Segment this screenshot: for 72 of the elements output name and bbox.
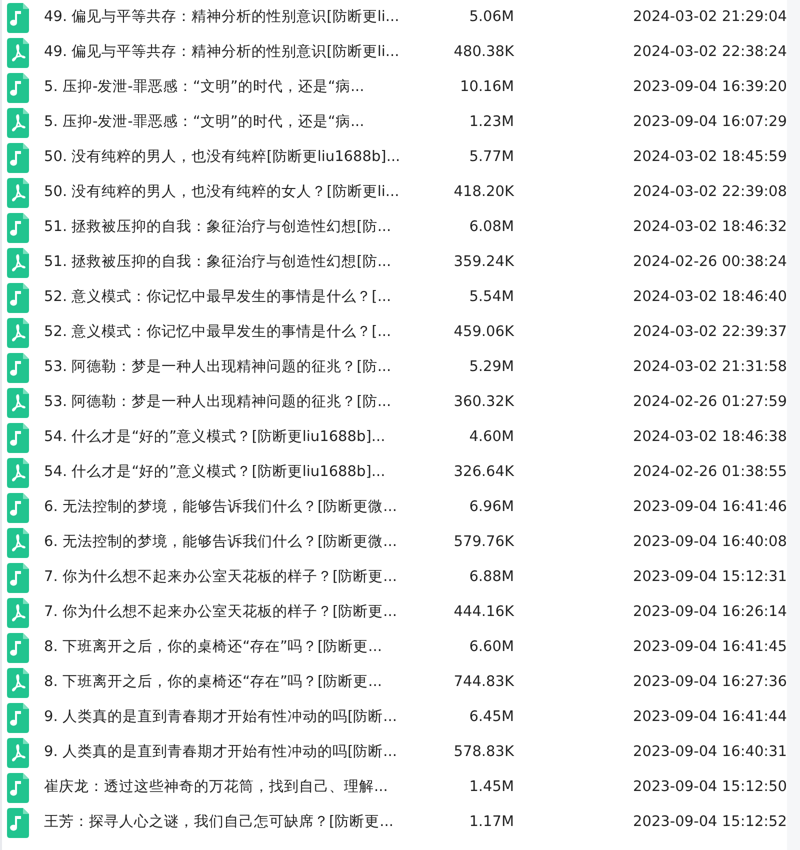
file-size: 418.20K (452, 182, 514, 202)
file-size: 4.60M (468, 428, 514, 447)
modified-date: 2023-09-04 16:41:46 (633, 498, 787, 517)
file-name[interactable]: 7. 你为什么想不起来办公室天花板的样子？[防断更... (44, 566, 424, 588)
modified-date: 2024-03-02 18:45:59 (633, 148, 787, 167)
file-size: 1.45M (468, 778, 514, 797)
file-size: 359.24K (452, 252, 514, 272)
file-name[interactable]: 50. 没有纯粹的男人，也没有纯粹[防断更liu1688b]... (44, 146, 424, 168)
file-size: 6.96M (468, 498, 514, 517)
modified-date: 2023-09-04 16:07:29 (633, 112, 787, 132)
file-name[interactable]: 7. 你为什么想不起来办公室天花板的样子？[防断更... (44, 602, 424, 624)
file-name[interactable]: 9. 人类真的是直到青春期才开始有性冲动的吗[防断... (44, 706, 424, 728)
file-size: 5.77M (468, 148, 514, 167)
file-name[interactable]: 5. 压抑-发泄-罪恶感：“文明”的时代，还是“病... (44, 112, 424, 134)
file-size: 10.16M (458, 78, 514, 97)
file-size: 6.08M (468, 218, 514, 237)
modified-date: 2024-02-26 01:38:55 (633, 462, 787, 482)
file-name[interactable]: 51. 拯救被压抑的自我：象征治疗与创造性幻想[防... (44, 252, 424, 274)
modified-date: 2024-03-02 18:46:32 (633, 218, 787, 237)
modified-date: 2023-09-04 16:40:08 (633, 532, 787, 552)
file-name[interactable]: 49. 偏见与平等共存：精神分析的性别意识[防断更li... (44, 6, 424, 28)
file-name[interactable]: 8. 下班离开之后，你的桌椅还“存在”吗？[防断更... (44, 636, 424, 658)
file-size: 1.17M (468, 812, 514, 832)
modified-date: 2024-02-26 01:27:59 (633, 392, 787, 412)
file-name[interactable]: 崔庆龙：透过这些神奇的万花筒，找到自己、理解... (44, 776, 424, 798)
file-size: 6.45M (468, 708, 514, 727)
file-name[interactable]: 5. 压抑-发泄-罪恶感：“文明”的时代，还是“病... (44, 76, 424, 98)
modified-date: 2023-09-04 15:12:31 (633, 568, 787, 587)
modified-date: 2023-09-04 16:41:44 (633, 708, 787, 727)
file-name[interactable]: 6. 无法控制的梦境，能够告诉我们什么？[防断更微... (44, 496, 424, 518)
file-size: 6.88M (468, 568, 514, 587)
file-size: 360.32K (452, 392, 514, 412)
file-name[interactable]: 54. 什么才是“好的”意义模式？[防断更liu1688b]... (44, 462, 424, 484)
modified-date: 2023-09-04 16:26:14 (633, 602, 787, 622)
modified-date: 2023-09-04 16:27:36 (633, 672, 787, 692)
file-size: 744.83K (452, 672, 514, 692)
file-size: 1.23M (468, 112, 514, 132)
file-name[interactable]: 9. 人类真的是直到青春期才开始有性冲动的吗[防断... (44, 742, 424, 764)
modified-date: 2024-03-02 18:46:38 (633, 428, 787, 447)
file-name[interactable]: 53. 阿德勒：梦是一种人出现精神问题的征兆？[防... (44, 392, 424, 414)
file-size: 5.54M (468, 288, 514, 307)
file-size: 459.06K (452, 322, 514, 342)
file-name[interactable]: 51. 拯救被压抑的自我：象征治疗与创造性幻想[防... (44, 216, 424, 238)
file-name[interactable]: 49. 偏见与平等共存：精神分析的性别意识[防断更li... (44, 42, 424, 64)
file-name[interactable]: 52. 意义模式：你记忆中最早发生的事情是什么？[... (44, 286, 424, 308)
file-size: 6.60M (468, 638, 514, 657)
file-size: 326.64K (452, 462, 514, 482)
file-name[interactable]: 6. 无法控制的梦境，能够告诉我们什么？[防断更微... (44, 532, 424, 554)
file-size: 578.83K (452, 742, 514, 762)
modified-date: 2023-09-04 15:12:50 (633, 778, 787, 797)
file-size: 444.16K (452, 602, 514, 622)
file-name[interactable]: 8. 下班离开之后，你的桌椅还“存在”吗？[防断更... (44, 672, 424, 694)
modified-date: 2024-02-26 00:38:24 (633, 252, 787, 272)
file-name[interactable]: 王芳：探寻人心之谜，我们自己怎可缺席？[防断更... (44, 812, 424, 834)
file-size: 5.06M (468, 8, 514, 27)
modified-date: 2024-03-02 22:39:37 (633, 322, 787, 342)
modified-date: 2023-09-04 16:40:31 (633, 742, 787, 762)
modified-date: 2024-03-02 22:39:08 (633, 182, 787, 202)
modified-date: 2024-03-02 21:31:58 (633, 358, 787, 377)
modified-date: 2024-03-02 21:29:04 (633, 8, 787, 27)
file-name[interactable]: 53. 阿德勒：梦是一种人出现精神问题的征兆？[防... (44, 356, 424, 378)
file-size: 480.38K (452, 42, 514, 62)
modified-date: 2023-09-04 16:39:20 (633, 78, 787, 97)
file-name[interactable]: 50. 没有纯粹的男人，也没有纯粹的女人？[防断更li... (44, 182, 424, 204)
file-size: 579.76K (452, 532, 514, 552)
file-name[interactable]: 52. 意义模式：你记忆中最早发生的事情是什么？[... (44, 322, 424, 344)
modified-date: 2024-03-02 18:46:40 (633, 288, 787, 307)
modified-date: 2023-09-04 16:41:45 (633, 638, 787, 657)
file-size: 5.29M (468, 358, 514, 377)
modified-date: 2023-09-04 15:12:52 (633, 812, 787, 832)
modified-date: 2024-03-02 22:38:24 (633, 42, 787, 62)
file-name[interactable]: 54. 什么才是“好的”意义模式？[防断更liu1688b]... (44, 426, 424, 448)
